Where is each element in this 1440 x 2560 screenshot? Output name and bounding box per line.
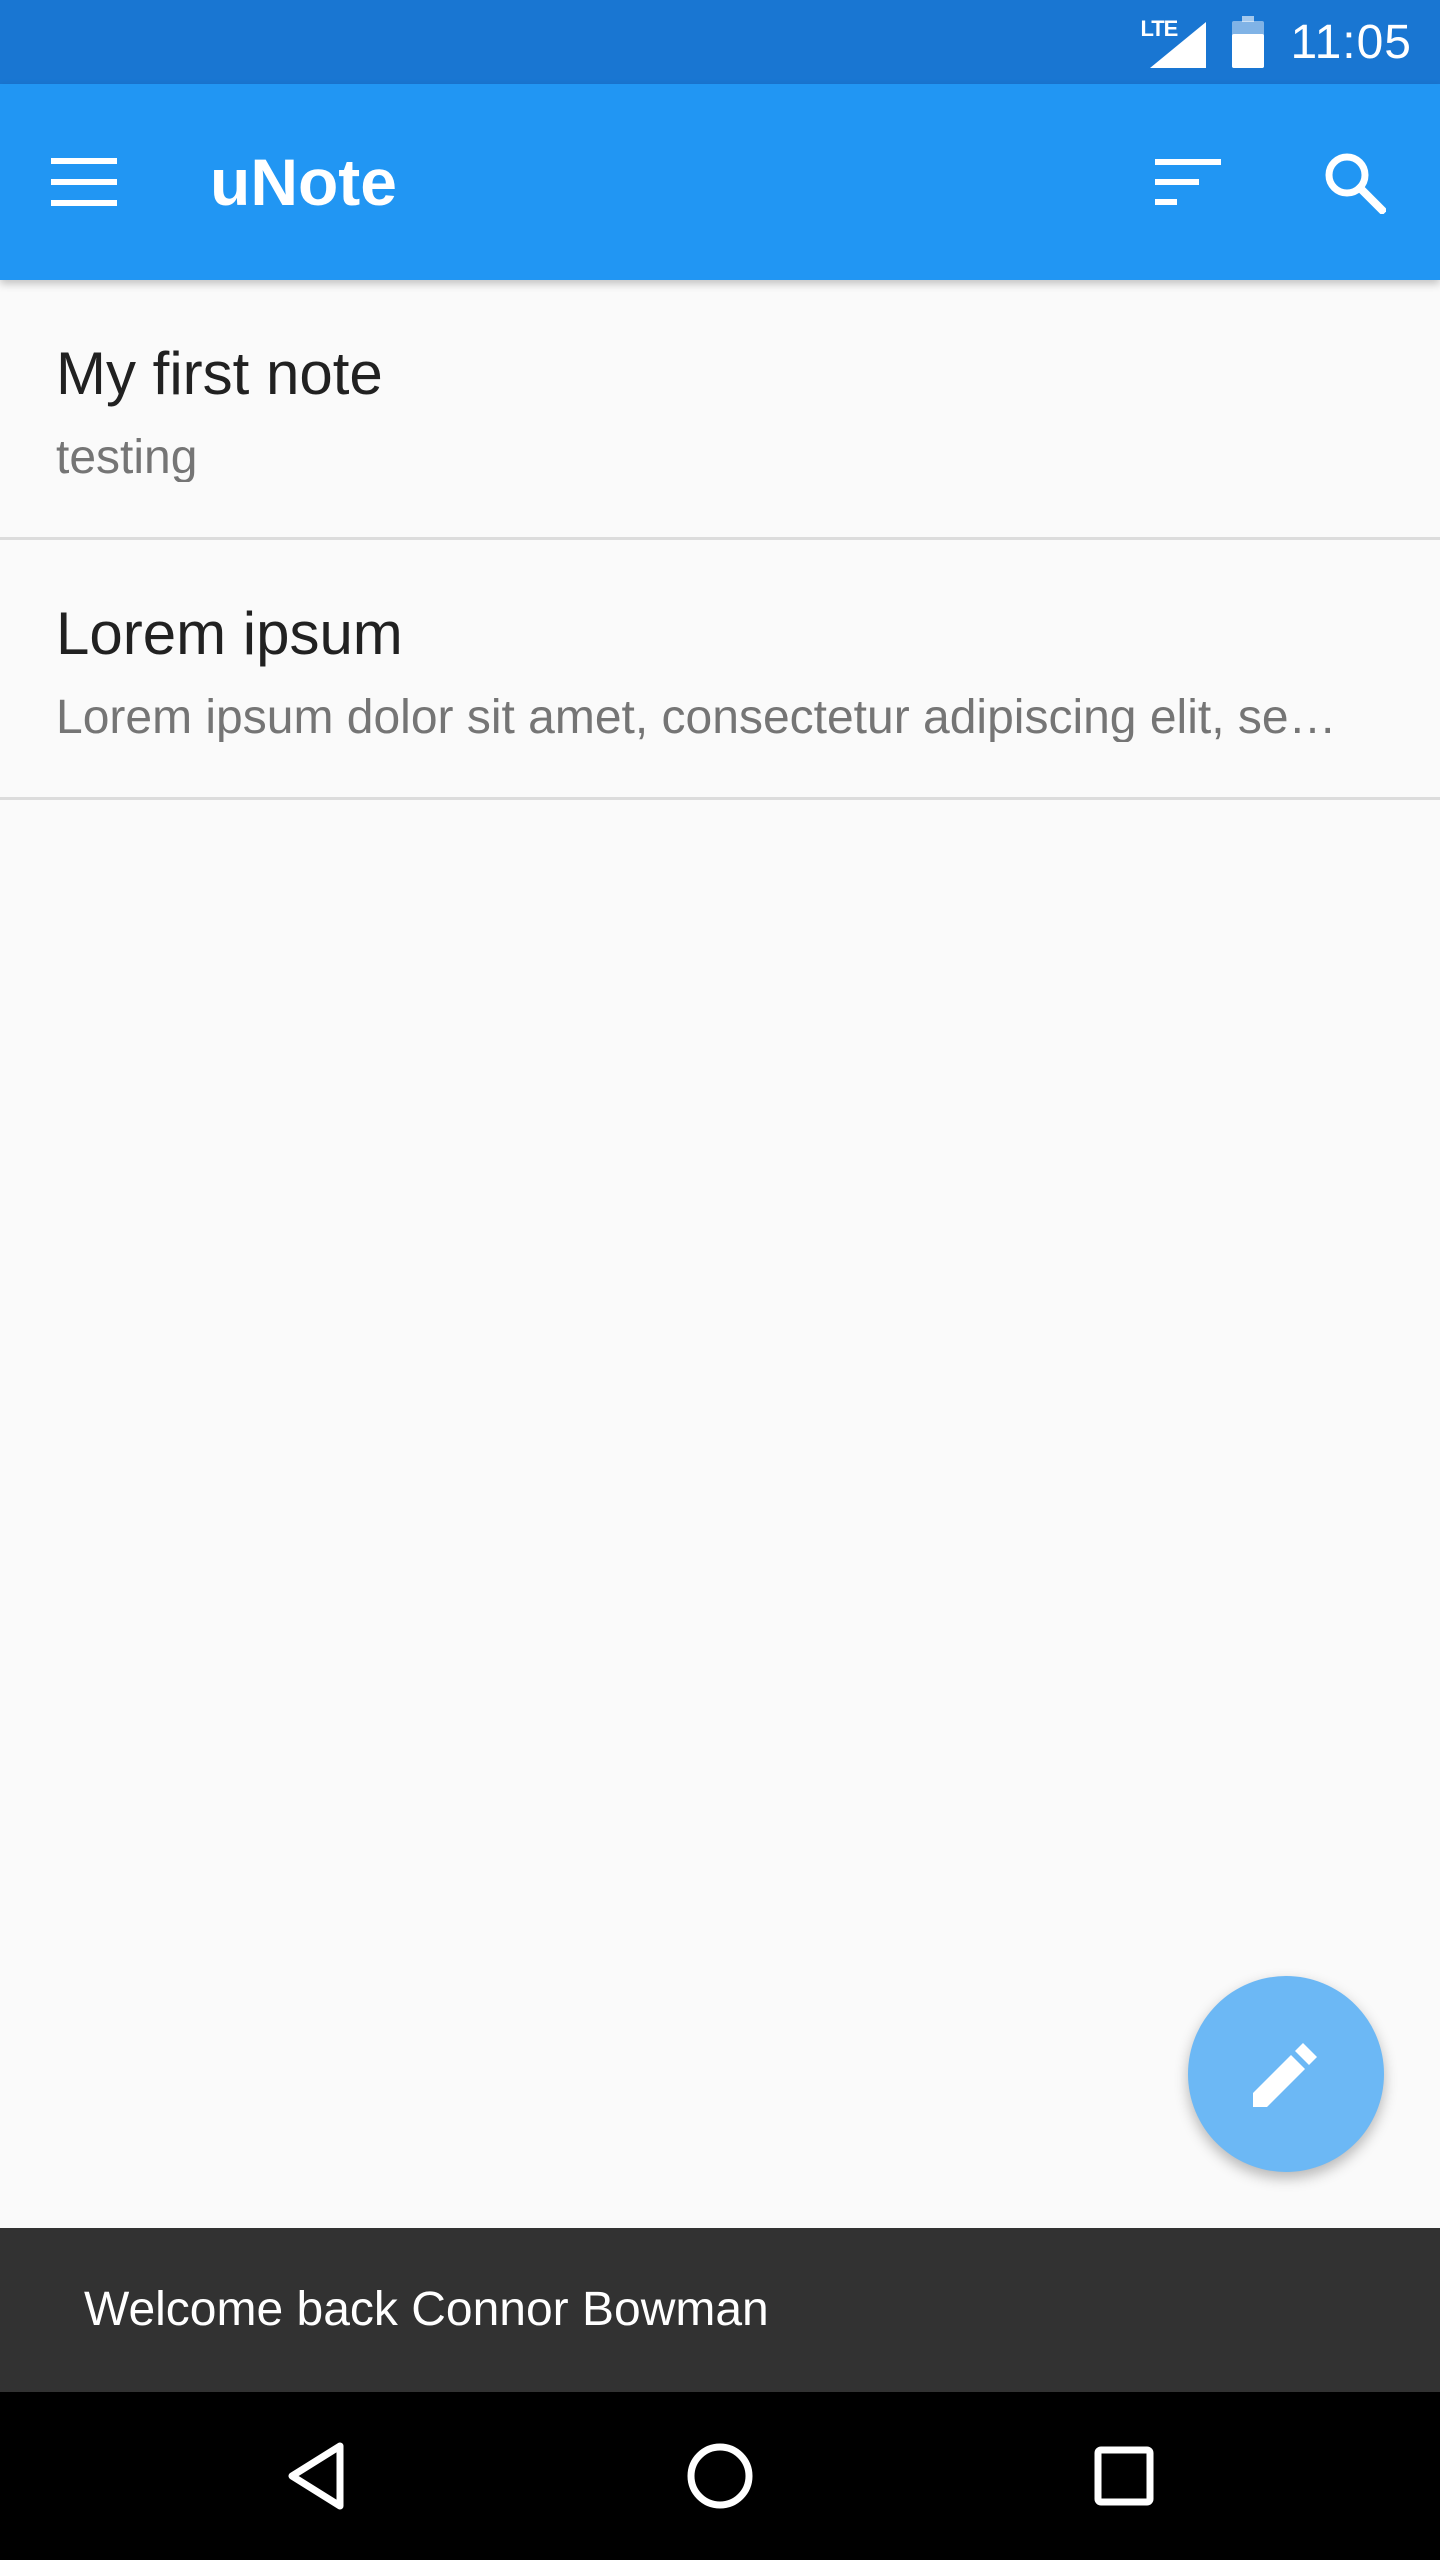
back-button[interactable] bbox=[260, 2420, 372, 2532]
app-title: uNote bbox=[210, 145, 397, 219]
status-time: 11:05 bbox=[1290, 15, 1412, 69]
screen: LTE 11:05 uNote My first note testing Lo… bbox=[0, 0, 1440, 2560]
app-bar: uNote bbox=[0, 84, 1440, 280]
pencil-icon bbox=[1253, 2043, 1317, 2107]
navigation-bar bbox=[0, 2392, 1440, 2560]
new-note-fab[interactable] bbox=[1188, 1976, 1384, 2172]
status-indicators: LTE 11:05 bbox=[1140, 0, 1412, 84]
recent-apps-button[interactable] bbox=[1068, 2420, 1180, 2532]
recent-apps-icon bbox=[1094, 2446, 1154, 2506]
lte-signal-icon: LTE bbox=[1140, 16, 1207, 68]
search-icon bbox=[1325, 153, 1386, 214]
snackbar-message: Welcome back Connor Bowman bbox=[84, 2283, 769, 2336]
note-title: My first note bbox=[56, 340, 383, 407]
snackbar: Welcome back Connor Bowman bbox=[0, 2228, 1440, 2392]
notes-list: My first note testing Lorem ipsum Lorem … bbox=[0, 280, 1440, 800]
sort-icon bbox=[1155, 159, 1221, 205]
search-button[interactable] bbox=[1312, 140, 1396, 224]
home-icon bbox=[687, 2443, 753, 2509]
sort-button[interactable] bbox=[1146, 140, 1230, 224]
note-list-item[interactable]: Lorem ipsum Lorem ipsum dolor sit amet, … bbox=[0, 540, 1440, 800]
note-preview: Lorem ipsum dolor sit amet, consectetur … bbox=[56, 694, 1337, 742]
battery-icon bbox=[1232, 16, 1265, 68]
back-icon bbox=[288, 2442, 344, 2510]
note-preview: testing bbox=[56, 434, 198, 482]
note-title: Lorem ipsum bbox=[56, 600, 403, 667]
menu-button[interactable] bbox=[42, 140, 126, 224]
home-button[interactable] bbox=[664, 2420, 776, 2532]
menu-icon bbox=[51, 158, 117, 206]
status-bar: LTE 11:05 bbox=[0, 0, 1440, 84]
note-list-item[interactable]: My first note testing bbox=[0, 280, 1440, 540]
